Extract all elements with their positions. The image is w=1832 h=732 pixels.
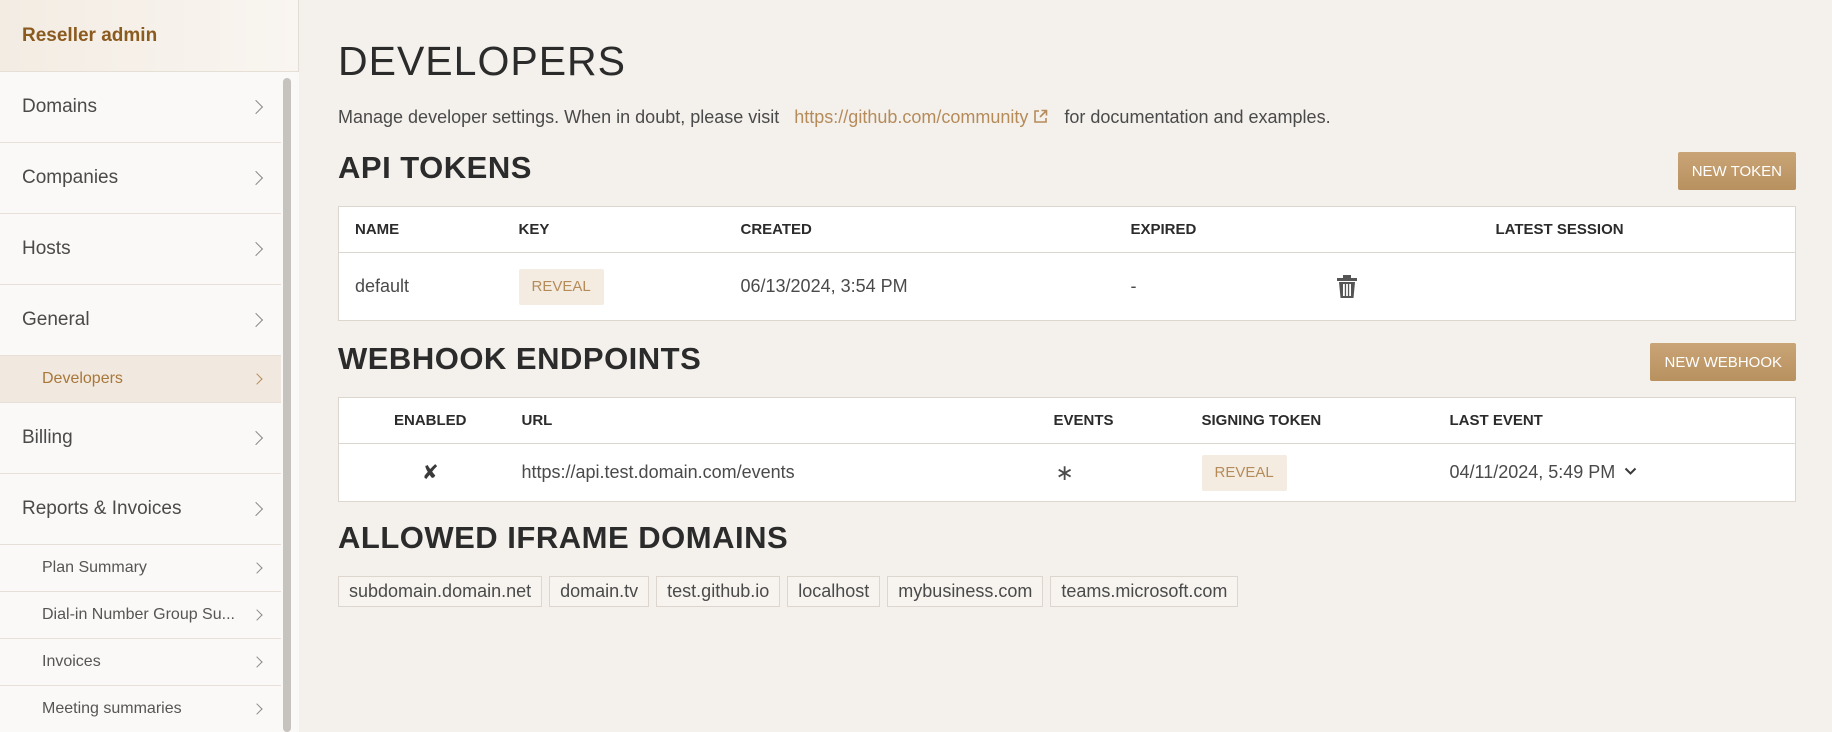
column-header: ENABLED — [338, 397, 522, 444]
external-link-icon — [1034, 109, 1048, 123]
sidebar-item-label: Reports & Invoices — [22, 498, 182, 519]
column-header: URL — [521, 397, 1054, 444]
token-latest-session — [1496, 253, 1796, 321]
sidebar-item-companies[interactable]: Companies — [0, 143, 281, 214]
token-created: 06/13/2024, 3:54 PM — [740, 276, 908, 296]
page-title: DEVELOPERS — [338, 38, 626, 84]
sidebar-header: Reseller admin — [0, 0, 298, 72]
chevron-right-icon — [251, 562, 263, 574]
webhooks-table: ENABLED URL EVENTS SIGNING TOKEN LAST EV… — [338, 397, 1796, 502]
main-content: DEVELOPERS Manage developer settings. Wh… — [338, 0, 1796, 732]
chevron-right-icon — [248, 99, 264, 115]
sidebar-item-domains[interactable]: Domains — [0, 72, 281, 143]
iframe-domain-chip[interactable]: subdomain.domain.net — [338, 576, 543, 607]
table-header-row: NAME KEY CREATED EXPIRED LATEST SESSION — [338, 206, 1796, 253]
new-token-button[interactable]: NEW TOKEN — [1677, 152, 1796, 190]
token-expired: - — [1131, 253, 1496, 321]
sidebar-nav: Domains Companies Hosts General Develope… — [0, 72, 281, 732]
column-header: CREATED — [740, 206, 1131, 253]
sidebar-item-label: Billing — [22, 427, 73, 448]
new-webhook-button[interactable]: NEW WEBHOOK — [1650, 343, 1796, 381]
api-tokens-title: API TOKENS — [338, 150, 532, 185]
webhook-url: https://api.test.domain.com/events — [521, 462, 795, 482]
column-header: NAME — [338, 206, 519, 253]
column-header: EVENTS — [1053, 397, 1202, 444]
iframe-domain-chip[interactable]: test.github.io — [656, 576, 781, 607]
webhook-events: ∗ — [1055, 459, 1074, 485]
sidebar-item-label: Plan Summary — [42, 559, 147, 576]
chevron-right-icon — [248, 241, 264, 257]
sidebar-item-dial-in-number-group-summary[interactable]: Dial-in Number Group Su... — [0, 592, 281, 639]
sidebar-item-label: Dial-in Number Group Su... — [42, 606, 235, 623]
chevron-down-icon[interactable] — [1624, 467, 1637, 476]
sidebar-item-general[interactable]: General — [0, 285, 281, 356]
reveal-signing-token-button[interactable]: REVEAL — [1201, 454, 1287, 491]
column-header: EXPIRED — [1130, 206, 1496, 253]
table-row: ✘ https://api.test.domain.com/events ∗ R… — [339, 444, 1796, 502]
community-link-text: https://github.com/community — [794, 107, 1029, 127]
sidebar-item-meeting-summaries[interactable]: Meeting summaries — [0, 686, 281, 732]
chevron-right-icon — [251, 703, 263, 715]
webhook-enabled-icon[interactable]: ✘ — [339, 444, 522, 502]
chevron-right-icon — [248, 501, 264, 517]
sidebar-item-label: Meeting summaries — [42, 700, 182, 717]
webhook-last-event[interactable]: 04/11/2024, 5:49 PM — [1450, 444, 1796, 502]
intro-text: Manage developer settings. When in doubt… — [338, 107, 1331, 128]
sidebar-item-developers[interactable]: Developers — [0, 356, 281, 403]
webhook-endpoints-title: WEBHOOK ENDPOINTS — [338, 341, 702, 376]
allowed-iframe-domains-title: ALLOWED IFRAME DOMAINS — [338, 520, 789, 555]
token-expired-value: - — [1130, 276, 1137, 296]
sidebar-item-label: Hosts — [22, 238, 71, 259]
trash-icon[interactable] — [1336, 274, 1358, 299]
sidebar-item-label: Developers — [42, 370, 123, 387]
column-header: KEY — [518, 206, 741, 253]
sidebar-item-invoices[interactable]: Invoices — [0, 639, 281, 686]
chevron-right-icon — [251, 373, 263, 385]
chevron-right-icon — [248, 170, 264, 186]
iframe-domain-chip[interactable]: localhost — [787, 576, 881, 607]
api-tokens-table: NAME KEY CREATED EXPIRED LATEST SESSION … — [338, 206, 1796, 321]
column-header: LAST EVENT — [1449, 397, 1796, 444]
iframe-domain-list: subdomain.domain.net domain.tv test.gith… — [338, 576, 1239, 607]
chevron-right-icon — [251, 609, 263, 621]
chevron-right-icon — [248, 312, 264, 328]
intro-suffix: for documentation and examples. — [1064, 107, 1331, 127]
sidebar-scrollbar-thumb[interactable] — [283, 78, 291, 732]
last-event-value: 04/11/2024, 5:49 PM — [1449, 462, 1616, 482]
iframe-domain-chip[interactable]: teams.microsoft.com — [1050, 576, 1239, 607]
sidebar-item-hosts[interactable]: Hosts — [0, 214, 281, 285]
intro-prefix: Manage developer settings. When in doubt… — [338, 107, 780, 127]
iframe-domain-chip[interactable]: domain.tv — [549, 576, 650, 607]
sidebar-item-label: General — [22, 309, 90, 330]
chevron-right-icon — [248, 430, 264, 446]
sidebar-item-label: Invoices — [42, 653, 101, 670]
table-row: default REVEAL 06/13/2024, 3:54 PM - — [339, 253, 1796, 321]
sidebar-item-plan-summary[interactable]: Plan Summary — [0, 545, 281, 592]
sidebar-item-label: Domains — [22, 96, 97, 117]
sidebar-item-billing[interactable]: Billing — [0, 403, 281, 474]
column-header: LATEST SESSION — [1495, 206, 1796, 253]
token-name: default — [355, 276, 410, 296]
reveal-key-button[interactable]: REVEAL — [518, 268, 604, 305]
sidebar: Reseller admin Domains Companies Hosts G… — [0, 0, 299, 732]
column-header: SIGNING TOKEN — [1201, 397, 1450, 444]
sidebar-item-label: Companies — [22, 167, 119, 188]
table-header-row: ENABLED URL EVENTS SIGNING TOKEN LAST EV… — [338, 397, 1796, 444]
community-link[interactable]: https://github.com/community — [794, 107, 1059, 127]
sidebar-item-reports-invoices[interactable]: Reports & Invoices — [0, 474, 281, 545]
chevron-right-icon — [251, 656, 263, 668]
iframe-domain-chip[interactable]: mybusiness.com — [887, 576, 1044, 607]
